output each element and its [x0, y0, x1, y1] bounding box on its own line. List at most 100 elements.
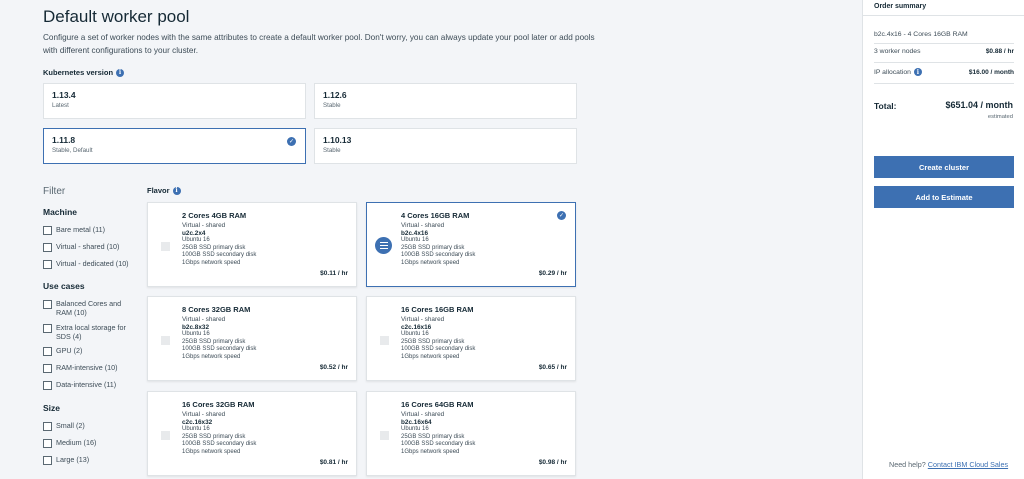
- filter-option-balanced[interactable]: Balanced Cores and RAM (10): [43, 299, 138, 317]
- filter-option-label: Bare metal (11): [56, 225, 105, 234]
- flavor-select-indicator[interactable]: [161, 242, 170, 251]
- divider: [874, 62, 1014, 63]
- add-to-estimate-button[interactable]: Add to Estimate: [874, 186, 1014, 208]
- filter-option-medium[interactable]: Medium (16): [43, 438, 138, 448]
- flavor-type: Virtual - shared: [401, 222, 445, 229]
- checkbox[interactable]: [43, 381, 52, 390]
- filter-option-gpu[interactable]: GPU (2): [43, 346, 138, 356]
- version-status: Stable, Default: [52, 147, 93, 154]
- filter-option-data-intensive[interactable]: Data-intensive (11): [43, 380, 138, 390]
- flavor-card-b2c-4x16[interactable]: 4 Cores 16GB RAM Virtual - shared b2c.4x…: [366, 202, 576, 287]
- flavor-code: b2c.16x64: [401, 419, 432, 426]
- help-text: Need help?: [889, 460, 926, 469]
- version-number: 1.11.8: [52, 135, 76, 145]
- flavor-card-b2c-8x32[interactable]: 8 Cores 32GB RAM Virtual - shared b2c.8x…: [147, 296, 357, 381]
- flavor-card-body: 16 Cores 16GB RAM Virtual - shared c2c.1…: [401, 305, 475, 361]
- filter-option-label: GPU (2): [56, 346, 83, 355]
- order-summary-title: Order summary: [874, 3, 927, 10]
- flavor-type: Virtual - shared: [401, 411, 445, 418]
- summary-row-value: $16.00 / month: [968, 68, 1014, 76]
- filter-option-large[interactable]: Large (13): [43, 455, 138, 465]
- version-status: Stable: [323, 147, 341, 154]
- flavor-secondary-disk: 100GB SSD secondary disk: [401, 441, 476, 448]
- version-number: 1.10.13: [323, 135, 352, 145]
- checkbox[interactable]: [43, 243, 52, 252]
- info-icon[interactable]: i: [116, 68, 125, 77]
- flavor-card-c2c-16x32[interactable]: 16 Cores 32GB RAM Virtual - shared c2c.1…: [147, 391, 357, 476]
- divider: [863, 15, 1024, 16]
- filter-option-virtual-dedicated[interactable]: Virtual - dedicated (10): [43, 259, 138, 269]
- flavor-primary-disk: 25GB SSD primary disk: [182, 338, 246, 345]
- flavor-type: Virtual - shared: [401, 316, 445, 323]
- filter-title: Filter: [43, 186, 66, 197]
- flavor-price: $0.98 / hr: [538, 459, 567, 466]
- flavor-card-body: 16 Cores 32GB RAM Virtual - shared c2c.1…: [182, 400, 256, 456]
- summary-row-worker-nodes: 3 worker nodes $0.88 / hr: [874, 48, 1014, 55]
- flavor-network: 1Gbps network speed: [401, 259, 460, 266]
- flavor-select-indicator[interactable]: [161, 431, 170, 440]
- flavor-price: $0.52 / hr: [319, 364, 348, 371]
- flavor-card-u2c-2x4[interactable]: 2 Cores 4GB RAM Virtual - shared u2c.2x4…: [147, 202, 357, 287]
- checkbox[interactable]: [43, 364, 52, 373]
- version-card-1-12-6[interactable]: 1.12.6 Stable: [314, 83, 577, 119]
- flavor-label: Flavor i: [147, 186, 181, 195]
- filter-option-label: Virtual - shared (10): [56, 242, 120, 251]
- info-icon[interactable]: i: [172, 186, 181, 195]
- total-label: Total:: [874, 101, 897, 111]
- divider: [874, 43, 1014, 44]
- flavor-select-indicator[interactable]: [380, 431, 389, 440]
- version-status: Latest: [52, 102, 69, 109]
- flavor-title: 16 Cores 64GB RAM: [401, 400, 474, 409]
- flavor-card-body: 16 Cores 64GB RAM Virtual - shared b2c.1…: [401, 400, 475, 456]
- flavor-title: 8 Cores 32GB RAM: [182, 305, 251, 314]
- summary-row-label: 3 worker nodes: [874, 48, 921, 55]
- filter-option-ram-intensive[interactable]: RAM-intensive (10): [43, 363, 138, 373]
- filter-group-use-cases: Use cases: [43, 281, 85, 291]
- filter-option-bare-metal[interactable]: Bare metal (11): [43, 225, 138, 235]
- total-value: $651.04 / month: [945, 100, 1013, 110]
- filter-option-label: Data-intensive (11): [56, 380, 117, 389]
- checkbox[interactable]: [43, 226, 52, 235]
- info-icon[interactable]: i: [913, 68, 922, 76]
- filter-option-virtual-shared[interactable]: Virtual - shared (10): [43, 242, 138, 252]
- flavor-type: Virtual - shared: [182, 316, 226, 323]
- checkbox[interactable]: [43, 300, 52, 309]
- flavor-title: 16 Cores 16GB RAM: [401, 305, 474, 314]
- main-content: Default worker pool Configure a set of w…: [0, 0, 862, 479]
- list-icon[interactable]: [375, 237, 392, 254]
- filter-option-extra-storage[interactable]: Extra local storage for SDS (4): [43, 323, 138, 341]
- kubernetes-version-text: Kubernetes version: [43, 68, 114, 77]
- filter-option-small[interactable]: Small (2): [43, 421, 138, 431]
- flavor-title: 16 Cores 32GB RAM: [182, 400, 255, 409]
- version-card-1-11-8[interactable]: 1.11.8 Stable, Default ✓: [43, 128, 306, 164]
- create-cluster-button[interactable]: Create cluster: [874, 156, 1014, 178]
- checkbox[interactable]: [43, 422, 52, 431]
- flavor-network: 1Gbps network speed: [401, 353, 460, 360]
- flavor-card-b2c-16x64[interactable]: 16 Cores 64GB RAM Virtual - shared b2c.1…: [366, 391, 576, 476]
- contact-sales-link[interactable]: Contact IBM Cloud Sales: [928, 460, 1008, 469]
- flavor-network: 1Gbps network speed: [182, 353, 241, 360]
- flavor-card-body: 2 Cores 4GB RAM Virtual - shared u2c.2x4…: [182, 211, 256, 267]
- flavor-primary-disk: 25GB SSD primary disk: [401, 338, 465, 345]
- version-card-1-10-13[interactable]: 1.10.13 Stable: [314, 128, 577, 164]
- summary-row-ip-allocation: IP allocation i $16.00 / month: [874, 68, 1014, 76]
- checkbox[interactable]: [43, 439, 52, 448]
- kubernetes-version-label: Kubernetes version i: [43, 68, 125, 77]
- checkbox[interactable]: [43, 260, 52, 269]
- flavor-os: Ubuntu 16: [401, 331, 429, 337]
- checkbox[interactable]: [43, 347, 52, 356]
- divider: [874, 83, 1014, 84]
- flavor-title: 4 Cores 16GB RAM: [401, 211, 470, 220]
- version-card-1-13-4[interactable]: 1.13.4 Latest: [43, 83, 306, 119]
- filter-option-label: RAM-intensive (10): [56, 363, 118, 372]
- selected-config: b2c.4x16 - 4 Cores 16GB RAM: [874, 31, 968, 38]
- page-title: Default worker pool: [43, 7, 190, 26]
- checkbox[interactable]: [43, 324, 52, 333]
- flavor-secondary-disk: 100GB SSD secondary disk: [182, 252, 257, 259]
- flavor-select-indicator[interactable]: [161, 336, 170, 345]
- flavor-secondary-disk: 100GB SSD secondary disk: [182, 346, 257, 353]
- flavor-code: u2c.2x4: [182, 230, 206, 237]
- checkbox[interactable]: [43, 456, 52, 465]
- flavor-select-indicator[interactable]: [380, 336, 389, 345]
- flavor-card-c2c-16x16[interactable]: 16 Cores 16GB RAM Virtual - shared c2c.1…: [366, 296, 576, 381]
